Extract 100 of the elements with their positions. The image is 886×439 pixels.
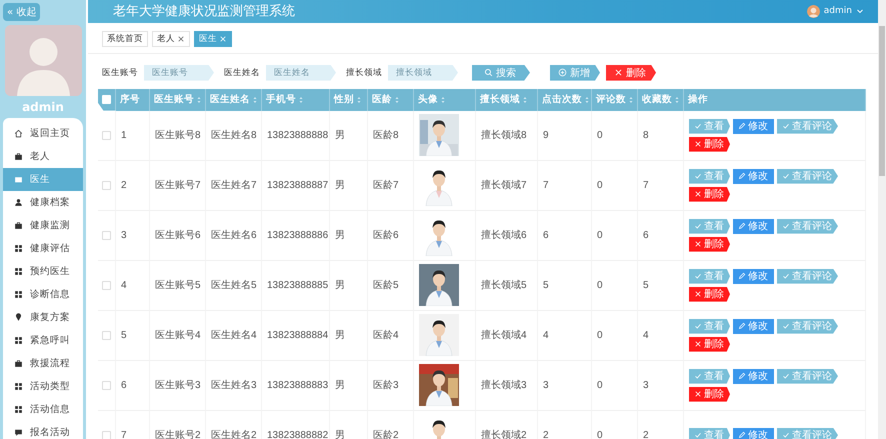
- edit-button[interactable]: 修改: [733, 368, 774, 384]
- delete-button[interactable]: 删除: [689, 136, 730, 152]
- delete-button[interactable]: 删除: [689, 336, 730, 352]
- table-cell: 13823888883: [262, 360, 330, 411]
- edit-button[interactable]: 修改: [733, 118, 774, 134]
- comments-button[interactable]: 查看评论: [777, 218, 838, 234]
- close-icon[interactable]: [177, 34, 185, 43]
- menu-item[interactable]: 健康档案: [3, 191, 83, 214]
- table-cell: 医生账号2: [150, 410, 206, 439]
- tab[interactable]: 系统首页: [102, 30, 148, 47]
- checkbox[interactable]: [102, 430, 111, 439]
- tab[interactable]: 老人: [152, 30, 190, 47]
- menu-item[interactable]: 康复方案: [3, 306, 83, 329]
- delete-button[interactable]: 删除: [606, 64, 656, 81]
- column-header: 操作: [684, 88, 866, 111]
- delete-button[interactable]: 删除: [689, 236, 730, 252]
- sort-icon[interactable]: [393, 96, 401, 104]
- delete-button[interactable]: 删除: [689, 286, 730, 302]
- menu-item[interactable]: 医生: [3, 168, 83, 191]
- app-title: 老年大学健康状况监测管理系统: [113, 3, 296, 20]
- search-button[interactable]: 搜索: [472, 64, 530, 81]
- sort-icon[interactable]: [673, 96, 681, 104]
- menu-item[interactable]: 健康监测: [3, 214, 83, 237]
- menu-item[interactable]: 救援流程: [3, 352, 83, 375]
- comments-button[interactable]: 查看评论: [777, 428, 838, 439]
- menu-item[interactable]: 报名活动: [3, 421, 83, 439]
- checkbox[interactable]: [102, 280, 111, 290]
- comments-button[interactable]: 查看评论: [777, 268, 838, 284]
- column-header[interactable]: 收藏数: [638, 88, 684, 111]
- pencil-icon: [738, 431, 746, 439]
- table-cell: 擅长领域5: [476, 260, 538, 311]
- column-header[interactable]: 点击次数: [538, 88, 592, 111]
- table-cell: 8: [638, 110, 684, 161]
- menu-item[interactable]: 活动信息: [3, 398, 83, 421]
- menu-item[interactable]: 紧急呼叫: [3, 329, 83, 352]
- view-button[interactable]: 查看: [689, 428, 730, 439]
- column-header[interactable]: 医生姓名: [206, 88, 262, 111]
- view-button[interactable]: 查看: [689, 368, 730, 384]
- table-cell: 4: [538, 310, 592, 361]
- sort-icon[interactable]: [521, 96, 529, 104]
- checkbox[interactable]: [102, 380, 111, 390]
- column-header[interactable]: 头像: [414, 88, 476, 111]
- edit-button[interactable]: 修改: [733, 268, 774, 284]
- sort-icon[interactable]: [297, 96, 305, 104]
- menu-item[interactable]: 健康评估: [3, 237, 83, 260]
- input-field[interactable]: 医生姓名: [266, 64, 336, 81]
- column-header[interactable]: 性别: [330, 88, 368, 111]
- pin-icon: [14, 313, 23, 322]
- comments-button[interactable]: 查看评论: [777, 318, 838, 334]
- checkbox[interactable]: [102, 180, 111, 190]
- checkbox[interactable]: [102, 130, 111, 140]
- sort-icon[interactable]: [195, 96, 203, 104]
- column-header[interactable]: 擅长领域: [476, 88, 538, 111]
- column-header[interactable]: 评论数: [592, 88, 638, 111]
- view-button[interactable]: 查看: [689, 218, 730, 234]
- sort-icon[interactable]: [439, 96, 447, 104]
- menu-item[interactable]: 预约医生: [3, 260, 83, 283]
- table-cell: 13823888887: [262, 160, 330, 211]
- delete-button[interactable]: 删除: [689, 386, 730, 402]
- view-button[interactable]: 查看: [689, 168, 730, 184]
- edit-button[interactable]: 修改: [733, 318, 774, 334]
- add-button[interactable]: 新增: [550, 64, 600, 81]
- view-button[interactable]: 查看: [689, 268, 730, 284]
- table-cell: 医生姓名4: [206, 310, 262, 361]
- table-cell: 3: [116, 210, 150, 261]
- column-header[interactable]: 医龄: [368, 88, 414, 111]
- menu-item[interactable]: 老人: [3, 145, 83, 168]
- input-field[interactable]: 医生账号: [144, 64, 214, 81]
- input-field[interactable]: 擅长领域: [388, 64, 458, 81]
- briefcase-icon: [14, 152, 23, 161]
- sort-icon[interactable]: [251, 96, 259, 104]
- check-icon: [694, 322, 702, 330]
- user-menu[interactable]: admin: [806, 4, 864, 18]
- comments-button[interactable]: 查看评论: [777, 368, 838, 384]
- table-cell: 医生账号4: [150, 310, 206, 361]
- checkbox[interactable]: [102, 330, 111, 340]
- pencil-icon: [738, 322, 746, 330]
- table-cell: 医龄3: [368, 360, 414, 411]
- comments-button[interactable]: 查看评论: [777, 168, 838, 184]
- edit-button[interactable]: 修改: [733, 218, 774, 234]
- check-icon: [782, 172, 790, 180]
- sort-icon[interactable]: [627, 96, 635, 104]
- pencil-icon: [738, 172, 746, 180]
- view-button[interactable]: 查看: [689, 318, 730, 334]
- table-cell: 2: [638, 410, 684, 439]
- check-icon: [782, 372, 790, 380]
- comments-button[interactable]: 查看评论: [777, 118, 838, 134]
- tab[interactable]: 医生: [194, 30, 232, 47]
- menu-item[interactable]: 诊断信息: [3, 283, 83, 306]
- checkbox[interactable]: [102, 230, 111, 240]
- menu-item[interactable]: 返回主页: [3, 122, 83, 145]
- sort-icon[interactable]: [355, 96, 363, 104]
- collapse-button[interactable]: « 收起: [3, 3, 40, 21]
- view-button[interactable]: 查看: [689, 118, 730, 134]
- column-header[interactable]: 医生账号: [150, 88, 206, 111]
- check-icon: [782, 272, 790, 280]
- column-header[interactable]: 手机号: [262, 88, 330, 111]
- delete-button[interactable]: 删除: [689, 186, 730, 202]
- menu-item[interactable]: 活动类型: [3, 375, 83, 398]
- edit-button[interactable]: 修改: [733, 168, 774, 184]
